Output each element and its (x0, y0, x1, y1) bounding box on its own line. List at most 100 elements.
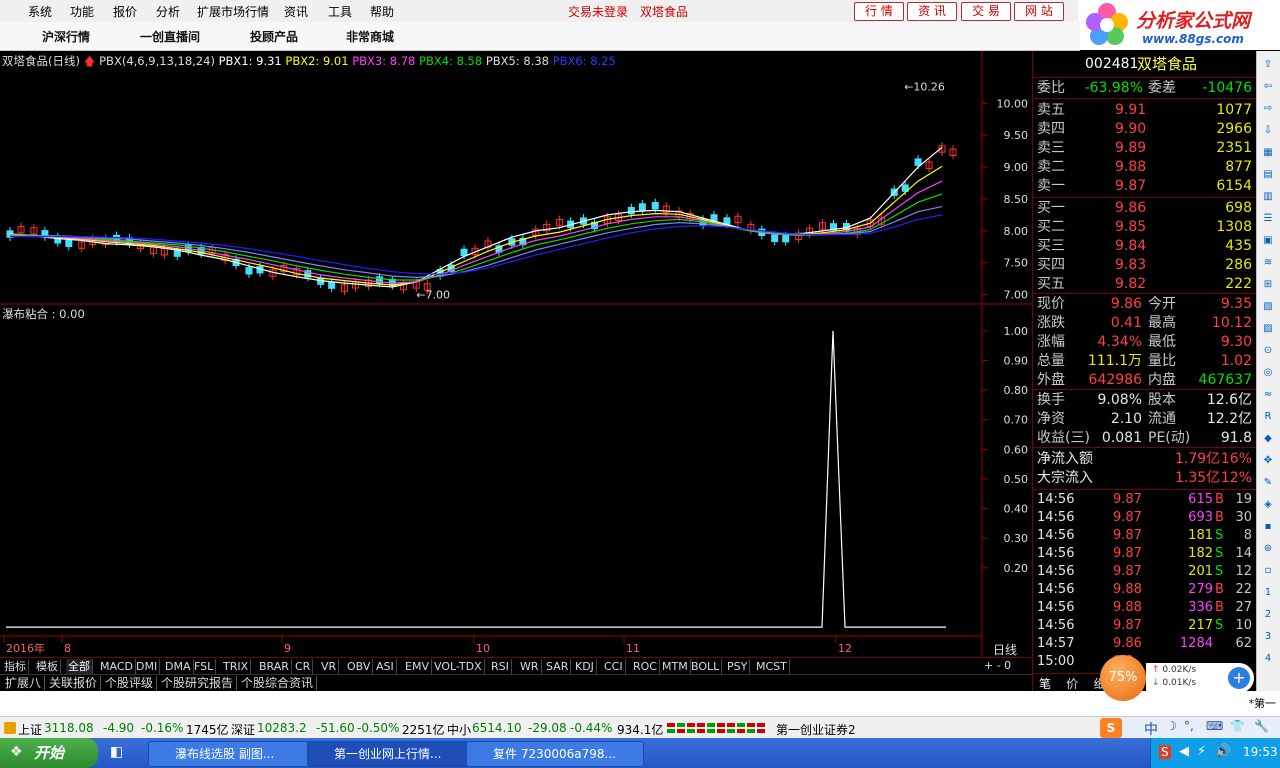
volume-icon[interactable]: 🔊 (1215, 744, 1231, 759)
indicator-tab[interactable]: ROC (631, 659, 660, 674)
indicator-tab[interactable]: 指标 (2, 659, 29, 674)
indicator-tab[interactable]: VOL-TDX (432, 659, 485, 674)
info-tab[interactable]: 个股研究报告 (158, 676, 238, 691)
nav-live-room[interactable]: 一创直播间 (140, 28, 200, 45)
menu-info[interactable]: 资讯 (284, 3, 308, 20)
info-tab[interactable]: 个股评级 (102, 676, 158, 691)
indicator-tab[interactable]: VR (319, 659, 340, 674)
menu-tools[interactable]: 工具 (328, 3, 352, 20)
network-monitor[interactable]: 75% ↑ 0.02K/s ↓ 0.01K/s + (1100, 655, 1255, 701)
period-label[interactable]: 日线 (993, 641, 1017, 658)
indicator-tab[interactable]: RSI (489, 659, 512, 674)
toolbar-tool-icon[interactable]: ▥ (1260, 189, 1276, 205)
indicator-tab[interactable]: 模板 (34, 659, 61, 674)
nav-shsz-market[interactable]: 沪深行情 (42, 28, 90, 45)
task-copy-window[interactable]: 复件 7230006a798... (466, 741, 644, 767)
chart-area[interactable]: 10.00 9.50 9.00 8.50 8.00 7.50 7.00 ←10.26 ←7.00… (0, 51, 1032, 657)
toolbar-tool-icon[interactable]: ⊙ (1260, 343, 1276, 359)
website-button[interactable]: 网 站 (1014, 2, 1064, 21)
toolbar-tool-icon[interactable]: ⊛ (1260, 541, 1276, 557)
info-tab[interactable]: 个股综合资讯 (238, 676, 318, 691)
indicator-tab[interactable]: CR (293, 659, 314, 674)
toolbar-tool-icon[interactable]: 3 (1260, 629, 1276, 645)
toolbar-tool-icon[interactable]: ⊞ (1260, 277, 1276, 293)
toolbar-tool-icon[interactable]: ◎ (1260, 365, 1276, 381)
zoom-controls[interactable]: + - 0 (984, 659, 1011, 672)
toolbar-tool-icon[interactable]: ≈ (1260, 387, 1276, 403)
quicklaunch-icon[interactable]: ◧ (110, 744, 123, 760)
indicator-tab[interactable]: SAR (544, 659, 572, 674)
indicator-tab[interactable]: FSL (192, 659, 217, 674)
toolbar-tool-icon[interactable]: ⇩ (1260, 123, 1276, 139)
moon-icon[interactable]: ☽ (1166, 719, 1177, 733)
indicator-tab[interactable]: WR (518, 659, 542, 674)
toolbar-tool-icon[interactable]: 1 (1260, 585, 1276, 601)
toolbar-tool-icon[interactable]: 4 (1260, 651, 1276, 667)
menu-system[interactable]: 系统 (28, 3, 52, 20)
clock[interactable]: 19:53 (1243, 745, 1278, 759)
indicator-tab[interactable]: EMV (403, 659, 432, 674)
menu-help[interactable]: 帮助 (370, 3, 394, 20)
info-tab[interactable]: 扩展八 (2, 676, 46, 691)
indicator-tab[interactable]: CCI (602, 659, 626, 674)
ime-mode[interactable]: 中 (1144, 719, 1158, 739)
skin-icon[interactable]: 👕 (1230, 719, 1245, 733)
memory-percent[interactable]: 75% (1100, 655, 1146, 701)
indicator-tab[interactable]: DMA (163, 659, 194, 674)
plus-icon[interactable]: + (1228, 667, 1250, 689)
toolbar-tool-icon[interactable]: 2 (1260, 607, 1276, 623)
nav-mall[interactable]: 非常商城 (346, 28, 394, 45)
menu-quote[interactable]: 报价 (113, 3, 137, 20)
indicator-tab[interactable]: 全部 (66, 659, 93, 674)
back-arrow-icon[interactable]: ◀ (1179, 744, 1189, 759)
sogou-tray-icon[interactable]: S (1159, 745, 1171, 759)
toolbar-tool-icon[interactable]: ◆ (1260, 431, 1276, 447)
menu-function[interactable]: 功能 (70, 3, 94, 20)
trade-button[interactable]: 交 易 (961, 2, 1011, 21)
indicator-tab[interactable]: KDJ (573, 659, 597, 674)
toolbar-tool-icon[interactable]: ✎ (1260, 475, 1276, 491)
toolbar-tool-icon[interactable]: ▫ (1260, 563, 1276, 579)
task-waterfall-window[interactable]: 瀑布线选股 副图... (148, 741, 326, 767)
indicator-tab[interactable]: MCST (754, 659, 790, 674)
indicator-tab[interactable]: TRIX (221, 659, 252, 674)
punct-icon[interactable]: °, (1184, 719, 1194, 733)
kline-chart[interactable]: 10.00 9.50 9.00 8.50 8.00 7.50 7.00 ←10.26 ←7.00… (0, 51, 1032, 657)
info-tab[interactable]: 关联报价 (46, 676, 102, 691)
indicator-tab[interactable]: PSY (725, 659, 751, 674)
toolbar-tool-icon[interactable]: ▨ (1260, 321, 1276, 337)
indicator-tab[interactable]: MACD (98, 659, 136, 674)
menu-extended-market[interactable]: 扩展市场行情 (197, 3, 269, 20)
toolbar-tool-icon[interactable]: ≋ (1260, 255, 1276, 271)
toolbar-tool-icon[interactable]: ⇨ (1260, 101, 1276, 117)
start-button[interactable]: ❖ 开始 (0, 738, 98, 768)
tab-price[interactable]: 价 (1066, 677, 1078, 691)
indicator-tab[interactable]: BRAR (257, 659, 292, 674)
wrench-icon[interactable]: 🔧 (1254, 719, 1269, 733)
toolbar-tool-icon[interactable]: ⇦ (1260, 79, 1276, 95)
toolbar-tool-icon[interactable]: ⇧ (1260, 57, 1276, 73)
toolbar-tool-icon[interactable]: ☰ (1260, 211, 1276, 227)
nav-advisor-products[interactable]: 投顾产品 (250, 28, 298, 45)
indicator-tab[interactable]: ASI (374, 659, 397, 674)
keyboard-icon[interactable]: ⌨ (1206, 719, 1223, 733)
indicator-tab[interactable]: OBV (345, 659, 374, 674)
indicator-tab[interactable]: DMI (134, 659, 161, 674)
toolbar-tool-icon[interactable]: ◈ (1260, 497, 1276, 513)
toolbar-tool-icon[interactable]: ▣ (1260, 233, 1276, 249)
menu-analysis[interactable]: 分析 (156, 3, 180, 20)
toolbar-tool-icon[interactable]: R (1260, 409, 1276, 425)
tab-tick[interactable]: 笔 (1039, 677, 1051, 691)
ime-bar[interactable]: S 中 ☽ °, ⌨ 👕 🔧 (1098, 717, 1280, 739)
news-button[interactable]: 资 讯 (907, 2, 957, 21)
toolbar-tool-icon[interactable]: ▤ (1260, 167, 1276, 183)
task-quote-window[interactable]: 第一创业网上行情... (307, 741, 485, 767)
toolbar-tool-icon[interactable]: ▪ (1260, 519, 1276, 535)
quote-button[interactable]: 行 情 (854, 2, 904, 21)
network-icon[interactable]: ⚡ (1197, 744, 1206, 759)
indicator-tab[interactable]: BOLL (689, 659, 723, 674)
toolbar-tool-icon[interactable]: ✥ (1260, 453, 1276, 469)
toolbar-tool-icon[interactable]: ▧ (1260, 299, 1276, 315)
indicator-tab[interactable]: MTM (660, 659, 691, 674)
sogou-s-icon[interactable]: S (1100, 718, 1122, 738)
